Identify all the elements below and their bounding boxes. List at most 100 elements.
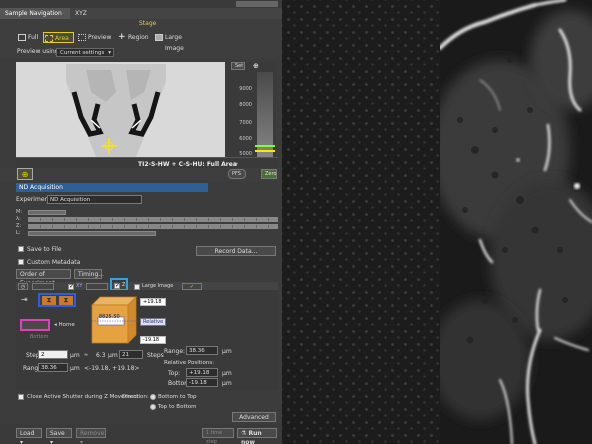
nis-elements-panel: Sample Navigation XYZ Overview Stage Ful… xyxy=(0,0,282,444)
tab-sample-navigation[interactable]: Sample Navigation xyxy=(0,8,70,19)
top-button-highlight[interactable] xyxy=(20,319,50,331)
target-icon[interactable]: ⊕ xyxy=(17,168,33,180)
preview-using-label: Preview using: xyxy=(17,48,61,55)
pfs-button[interactable]: PFS xyxy=(228,169,246,179)
remove-button[interactable]: Remove ▾ xyxy=(76,428,106,444)
preview-select[interactable]: Current settings ▾ xyxy=(56,48,114,57)
top-label: Top: xyxy=(168,370,181,377)
stage-controls: Stage Full Area Preview + Region Large Im… xyxy=(0,19,282,59)
region-button[interactable]: + Region xyxy=(117,32,151,43)
custom-metadata-checkbox[interactable] xyxy=(18,259,24,265)
z-top-value: +19.18 xyxy=(140,298,166,306)
experiment-loops: M: λ: Z: L: xyxy=(16,209,278,242)
large-image-button[interactable]: Large Image xyxy=(154,32,200,52)
z-slider[interactable] xyxy=(255,72,275,162)
stage-overview-image[interactable] xyxy=(16,62,225,157)
order-of-experiment-select[interactable]: Order of Experiment ▾ xyxy=(16,269,71,287)
record-data-button[interactable]: Record Data... xyxy=(196,246,276,256)
window-controls[interactable] xyxy=(236,1,278,7)
tab-extra[interactable]: ✓ xyxy=(182,283,202,290)
zoom-icon[interactable]: ⊕ xyxy=(253,62,259,70)
one-time-step-button[interactable]: 1 time step xyxy=(202,428,234,444)
z-tick: 7000 xyxy=(239,120,252,126)
preview-button[interactable]: Preview xyxy=(77,32,113,43)
bottom-field[interactable]: -19.18 xyxy=(186,378,218,387)
z-stack-cube xyxy=(91,296,142,344)
z-marker-green xyxy=(255,145,275,147)
z-bottom-value: -19.18 xyxy=(140,336,166,344)
bottom-to-top-radio[interactable] xyxy=(150,394,156,400)
z-stack-panel: ⇥ ⧗ ⧗ ◂ Home Bottom 8825.50 +19.18 Relat… xyxy=(16,290,278,390)
z-mode-icon[interactable]: ⇥ xyxy=(21,295,33,305)
loop-row-l[interactable]: L: xyxy=(16,230,156,236)
approx-value: 6.3 xyxy=(96,352,106,359)
bottom-toolbar: Load ▾ Save ▾ Remove ▾ 1 time step ⚗ Run… xyxy=(0,424,282,444)
clock-icon[interactable]: ◷ xyxy=(18,283,28,290)
top-bottom-icon[interactable]: ⧗ xyxy=(42,296,56,305)
tab-lambda[interactable] xyxy=(86,283,108,290)
advanced-button[interactable]: Advanced >> xyxy=(232,412,276,430)
full-button[interactable]: Full xyxy=(17,32,43,43)
xy-label: XY xyxy=(76,283,83,289)
bottom-button[interactable]: Bottom xyxy=(30,334,48,340)
run-icon: ⚗ xyxy=(241,430,247,437)
range2-unit: µm xyxy=(222,348,232,355)
top-to-bottom-radio[interactable] xyxy=(150,404,156,410)
image-background-area xyxy=(282,0,440,444)
preview-icon xyxy=(78,34,86,41)
run-now-button[interactable]: ⚗ Run now xyxy=(237,428,277,444)
large-image-tab-label: Large Image xyxy=(142,283,174,289)
stage-toolbar: ⊕ PFS Zero xyxy=(0,168,282,181)
home-label[interactable]: ◂ Home xyxy=(54,322,75,328)
top-to-bottom-label: Top to Bottom xyxy=(158,404,197,410)
close-shutter-checkbox[interactable] xyxy=(18,394,24,400)
relative-label: Relative xyxy=(140,318,166,326)
loop-row-lambda[interactable]: λ: xyxy=(16,216,278,222)
range-extent: <-19.18, +19.18> xyxy=(84,365,140,372)
loop-row-m[interactable]: M: xyxy=(16,209,66,215)
top-unit: µm xyxy=(222,370,232,377)
tab-time[interactable] xyxy=(32,283,54,290)
stage-footer-text: TI2-S-HW + C-S-HU: Full Area xyxy=(138,161,237,168)
save-to-file-label: Save to File xyxy=(27,246,62,253)
z-mode-highlight[interactable]: ⧗ ⧗ xyxy=(38,293,76,307)
panel-tabs: Sample Navigation XYZ Overview xyxy=(0,8,282,28)
experiment-row: Experiment: ND Acquisition xyxy=(16,194,278,206)
timing-button[interactable]: Timing... xyxy=(74,269,104,279)
approx-unit: µm xyxy=(108,352,118,359)
set-button[interactable]: Set xyxy=(231,62,245,70)
step-unit: µm xyxy=(70,352,80,359)
symmetric-range-icon[interactable]: ⧗ xyxy=(59,296,73,305)
window-top-strip xyxy=(0,0,282,8)
z-tick: 6000 xyxy=(239,136,252,142)
plus-icon: + xyxy=(118,32,126,42)
load-button[interactable]: Load ▾ xyxy=(16,428,42,444)
tab-xyz-overview[interactable]: XYZ Overview xyxy=(70,8,120,28)
z-checkbox[interactable] xyxy=(114,282,120,289)
approx-icon: ≈ xyxy=(84,352,89,358)
area-icon xyxy=(45,35,53,42)
loop-row-z[interactable]: Z: xyxy=(16,223,278,229)
zero-button[interactable]: Zero xyxy=(261,169,277,179)
bottom-to-top-label: Bottom to Top xyxy=(158,394,197,400)
large-image-icon xyxy=(155,34,163,41)
bottom2-unit: µm xyxy=(222,380,232,387)
step-field[interactable]: 2 xyxy=(38,350,68,359)
range2-field[interactable]: 38.36 xyxy=(186,346,218,355)
stage-position-value: 8825.50 xyxy=(99,314,120,320)
experiment-field[interactable]: ND Acquisition xyxy=(47,195,142,204)
stage-section-label: Stage xyxy=(139,20,157,27)
save-to-file-checkbox[interactable] xyxy=(18,246,24,252)
live-microscopy-image[interactable] xyxy=(440,0,592,444)
range2-label: Range: xyxy=(164,348,186,355)
area-button[interactable]: Area xyxy=(43,32,74,43)
top-field[interactable]: +19.18 xyxy=(186,368,218,377)
save-button[interactable]: Save ▾ xyxy=(46,428,72,444)
range-unit: µm xyxy=(70,365,80,372)
custom-metadata-label: Custom Metadata xyxy=(27,259,81,266)
chevron-down-icon: ▾ xyxy=(108,50,111,56)
direction-label: Direction: xyxy=(122,394,149,400)
steps-field[interactable]: 21 xyxy=(119,350,143,359)
range-field[interactable]: 38.36 xyxy=(38,363,68,372)
full-icon xyxy=(18,34,26,41)
